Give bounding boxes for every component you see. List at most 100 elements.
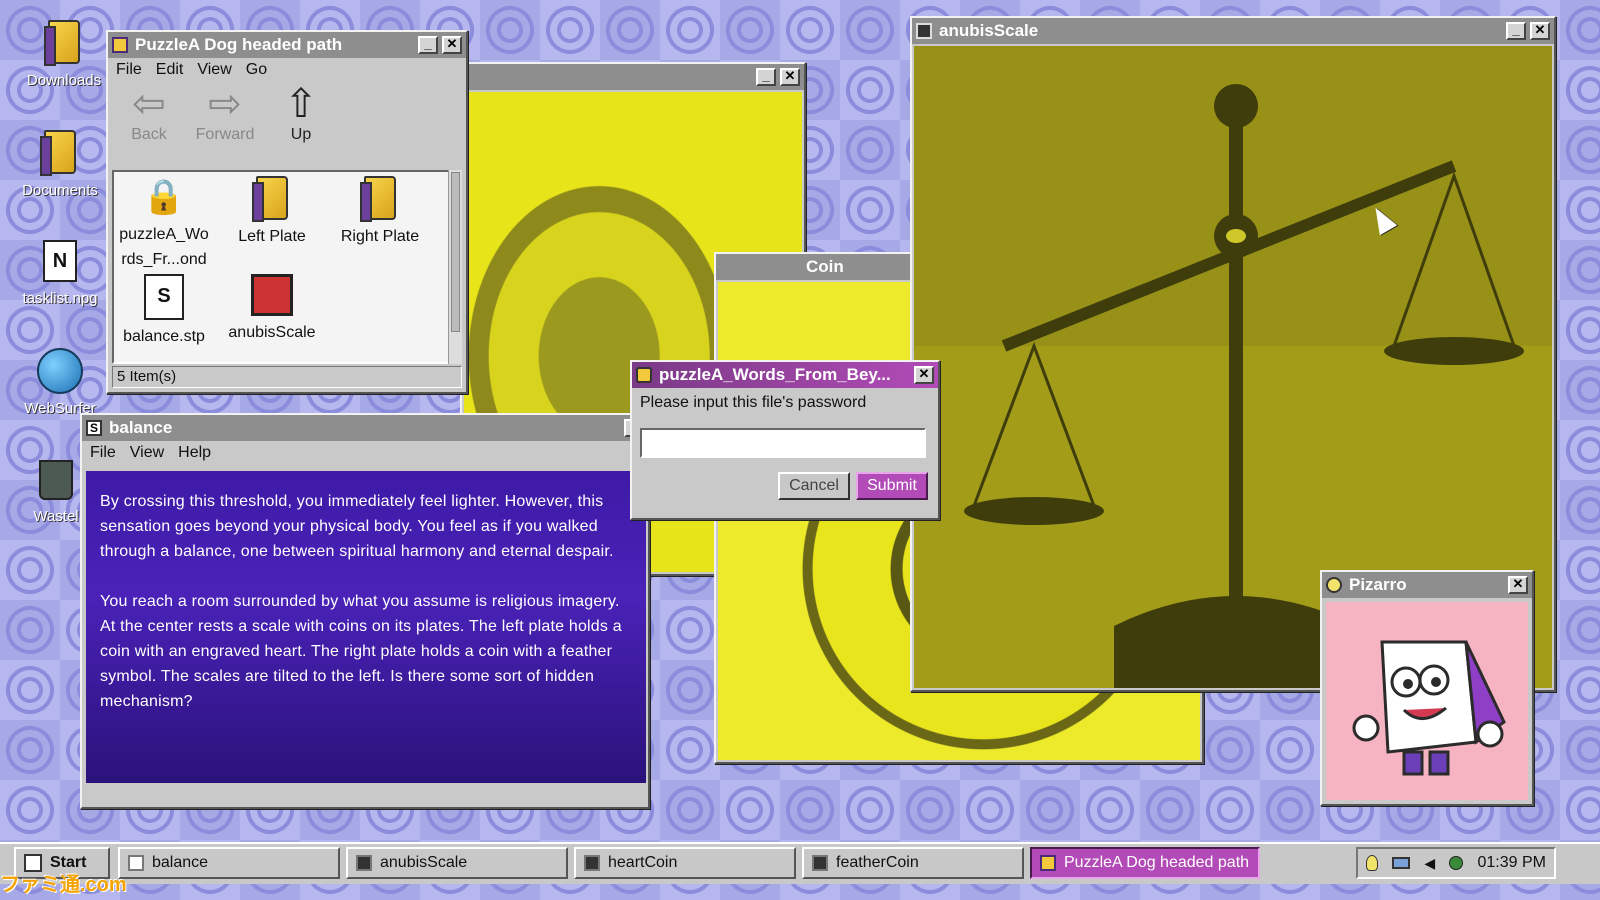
forward-button[interactable]: ⇨ Forward <box>190 82 260 156</box>
desktop-icon-websurfer[interactable]: WebSurfer <box>12 348 108 417</box>
image-file-icon <box>916 23 932 39</box>
back-button[interactable]: ⇦ Back <box>114 82 184 156</box>
menu-file[interactable]: File <box>116 61 142 79</box>
title-bar[interactable]: Pizarro ✕ <box>1322 572 1532 598</box>
file-label: puzzleA_Words_Fr...ond <box>119 226 209 268</box>
minimize-button[interactable]: _ <box>1506 22 1526 40</box>
file-label: Right Plate <box>340 228 420 245</box>
balance-window[interactable]: S balance _ File View Help By crossing t… <box>80 413 650 809</box>
task-label: balance <box>152 854 209 871</box>
start-logo-icon <box>24 854 42 872</box>
window-title: anubisScale <box>939 21 1039 40</box>
network-icon[interactable] <box>1392 857 1411 869</box>
folder-icon <box>360 176 396 222</box>
notepad-icon: N <box>43 240 77 282</box>
file-label: balance.stp <box>123 328 205 345</box>
arrow-left-icon: ⇦ <box>132 82 166 126</box>
image-file-icon <box>356 855 372 871</box>
document-icon: S <box>144 274 184 320</box>
menu-help[interactable]: Help <box>178 444 211 462</box>
story-paragraph: You reach a room surrounded by what you … <box>100 593 622 710</box>
menu-view[interactable]: View <box>130 444 164 462</box>
taskbar-item-balance[interactable]: balance <box>118 847 340 879</box>
explorer-window[interactable]: PuzzleA Dog headed path _ ✕ File Edit Vi… <box>106 30 468 394</box>
close-button[interactable]: ✕ <box>1530 22 1550 40</box>
locked-file-icon: 🔒 <box>142 178 186 216</box>
folder-icon <box>252 176 288 222</box>
document-icon <box>128 855 144 871</box>
title-bar[interactable]: anubisScale _ ✕ <box>912 18 1554 44</box>
window-title: balance <box>109 418 173 437</box>
title-bar[interactable]: S balance _ <box>82 415 648 441</box>
close-button[interactable]: ✕ <box>1508 576 1528 594</box>
title-bar[interactable]: puzzleA_Words_From_Bey... ✕ <box>632 362 938 388</box>
file-label: Left Plate <box>238 228 306 245</box>
pizarro-window[interactable]: Pizarro ✕ <box>1320 570 1534 806</box>
password-input[interactable] <box>640 428 926 458</box>
password-prompt: Please input this file's password <box>640 394 867 411</box>
up-button[interactable]: ⇧ Up <box>266 82 336 156</box>
file-label: anubisScale <box>228 324 316 341</box>
menu-edit[interactable]: Edit <box>156 61 184 79</box>
close-button[interactable]: ✕ <box>914 366 934 384</box>
taskbar-item-anubisscale[interactable]: anubisScale <box>346 847 568 879</box>
taskbar-item-puzzlea[interactable]: PuzzleA Dog headed path <box>1030 847 1260 879</box>
folder-icon <box>44 20 80 66</box>
folder-icon <box>112 37 128 53</box>
desktop-icon-tasklist[interactable]: N tasklist.npg <box>12 240 108 307</box>
file-list: 🔒 puzzleA_Words_Fr...ond Left Plate Righ… <box>112 170 450 364</box>
watermark-logo: ファミ通.com <box>0 874 127 896</box>
task-label: PuzzleA Dog headed path <box>1064 854 1250 871</box>
title-bar[interactable]: PuzzleA Dog headed path _ ✕ <box>108 32 466 58</box>
lightbulb-icon[interactable] <box>1366 855 1378 871</box>
lock-icon <box>636 367 652 383</box>
start-label: Start <box>50 854 87 871</box>
clock: 01:39 PM <box>1477 854 1546 871</box>
back-label: Back <box>131 126 167 143</box>
folder-icon <box>1040 855 1056 871</box>
lightbulb-icon <box>1326 577 1342 593</box>
up-label: Up <box>290 126 312 143</box>
cancel-button[interactable]: Cancel <box>778 472 850 500</box>
desktop-icon-label: tasklist.npg <box>22 290 98 307</box>
password-dialog[interactable]: puzzleA_Words_From_Bey... ✕ Please input… <box>630 360 940 520</box>
window-title: PuzzleA Dog headed path <box>135 35 343 54</box>
globe-icon <box>37 348 83 394</box>
file-item-right-plate[interactable]: Right Plate <box>332 176 428 272</box>
title-bar[interactable]: _ ✕ <box>462 64 804 90</box>
image-file-icon <box>812 855 828 871</box>
taskbar-item-heartcoin[interactable]: heartCoin <box>574 847 796 879</box>
file-item-anubisscale[interactable]: anubisScale <box>224 274 320 349</box>
desktop-icon-documents[interactable]: Documents <box>12 130 108 199</box>
story-text-panel: By crossing this threshold, you immediat… <box>86 471 646 783</box>
file-item-puzzlea-words[interactable]: 🔒 puzzleA_Words_Fr...ond <box>116 176 212 272</box>
desktop-icon-downloads[interactable]: Downloads <box>16 20 112 89</box>
menu-view[interactable]: View <box>197 61 231 79</box>
file-item-left-plate[interactable]: Left Plate <box>224 176 320 272</box>
file-item-balance[interactable]: S balance.stp <box>116 274 212 349</box>
task-label: anubisScale <box>380 854 468 871</box>
globe-icon[interactable] <box>1449 856 1464 870</box>
dialog-title: puzzleA_Words_From_Bey... <box>659 365 891 384</box>
close-button[interactable]: ✕ <box>780 68 800 86</box>
menu-bar: File Edit View Go <box>108 58 466 82</box>
folder-icon <box>40 130 76 176</box>
close-button[interactable]: ✕ <box>442 36 462 54</box>
taskbar-item-feathercoin[interactable]: featherCoin <box>802 847 1024 879</box>
system-tray: ◀ 01:39 PM <box>1356 847 1556 879</box>
task-label: heartCoin <box>608 854 678 871</box>
arrow-right-icon: ⇨ <box>208 82 242 126</box>
pizarro-character-panel <box>1326 602 1528 800</box>
scrollbar[interactable] <box>448 170 462 364</box>
window-title: Pizarro <box>1349 575 1407 594</box>
submit-button[interactable]: Submit <box>856 472 928 500</box>
menu-file[interactable]: File <box>90 444 116 462</box>
menu-go[interactable]: Go <box>246 61 267 79</box>
minimize-button[interactable]: _ <box>418 36 438 54</box>
toolbar: ⇦ Back ⇨ Forward ⇧ Up <box>108 82 466 156</box>
desktop-icon-label: Wastel <box>33 508 79 525</box>
speaker-icon[interactable]: ◀ <box>1424 855 1435 872</box>
menu-bar: File View Help <box>82 441 648 465</box>
minimize-button[interactable]: _ <box>756 68 776 86</box>
document-icon: S <box>86 420 102 436</box>
